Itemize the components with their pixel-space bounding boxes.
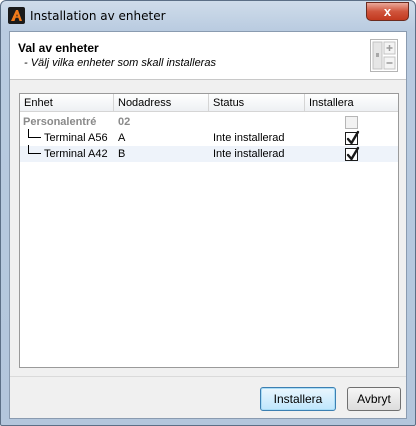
install-checkbox[interactable]: [345, 130, 360, 146]
tree-branch-icon: [28, 145, 41, 154]
column-header-nodadress[interactable]: Nodadress: [114, 94, 209, 112]
dialog-body: Val av enheter - Välj vilka enheter som …: [9, 31, 407, 419]
device-panel-icon: [370, 39, 398, 72]
title-bar[interactable]: Installation av enheter x: [1, 1, 415, 31]
unit-name-cell: Terminal A42: [28, 145, 108, 162]
dialog-window: Installation av enheter x Val av enheter…: [0, 0, 416, 426]
install-button[interactable]: Installera: [260, 387, 336, 411]
install-checkbox: [345, 116, 358, 129]
close-button[interactable]: x: [366, 2, 409, 21]
cancel-button[interactable]: Avbryt: [347, 387, 401, 411]
tree-branch-icon: [28, 129, 41, 138]
node-address: 02: [118, 116, 131, 128]
node-address: A: [118, 132, 126, 144]
checkmark-icon: [346, 130, 360, 146]
column-header-status[interactable]: Status: [209, 94, 305, 112]
table-row[interactable]: Personalentré 02: [20, 114, 398, 130]
table-row[interactable]: Terminal A56 A Inte installerad: [20, 129, 398, 146]
table-header: Enhet Nodadress Status Installera: [20, 94, 398, 112]
table-row[interactable]: Terminal A42 B Inte installerad: [20, 145, 398, 162]
install-status: Inte installerad: [213, 148, 285, 160]
app-logo-icon: [8, 7, 25, 24]
header-panel: Val av enheter - Välj vilka enheter som …: [10, 32, 406, 80]
unit-name-cell: Terminal A56: [28, 129, 108, 146]
header-title: Val av enheter: [18, 41, 99, 55]
node-address: B: [118, 148, 126, 160]
header-subtitle: - Välj vilka enheter som skall installer…: [24, 57, 216, 69]
button-bar: Installera Avbryt: [10, 376, 406, 418]
install-checkbox[interactable]: [345, 146, 360, 162]
units-table[interactable]: Enhet Nodadress Status Installera Person…: [19, 93, 399, 368]
unit-name: Terminal A42: [44, 148, 108, 160]
column-header-enhet[interactable]: Enhet: [20, 94, 114, 112]
install-status: Inte installerad: [213, 132, 285, 144]
unit-name: Terminal A56: [44, 132, 108, 144]
checkmark-icon: [346, 146, 360, 162]
window-title: Installation av enheter: [30, 9, 166, 23]
unit-name: Personalentré: [23, 116, 97, 128]
column-header-installera[interactable]: Installera: [305, 94, 400, 112]
